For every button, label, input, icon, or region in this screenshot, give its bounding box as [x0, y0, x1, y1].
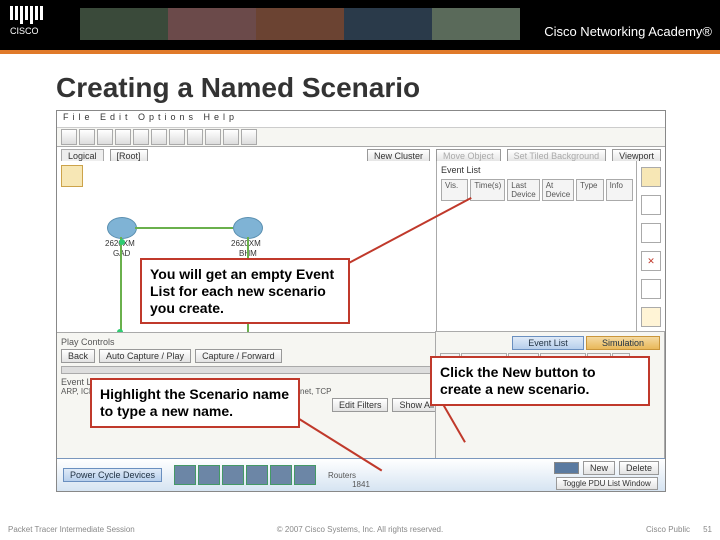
header-people-strip — [80, 8, 520, 40]
print-icon[interactable] — [115, 129, 131, 145]
note-tool-icon[interactable] — [641, 223, 661, 243]
link-gad-sw — [120, 237, 122, 333]
slide-title: Creating a Named Scenario — [56, 72, 420, 104]
page-number: 51 — [703, 525, 712, 534]
footer-right: Cisco Public — [646, 525, 690, 534]
orange-divider — [0, 50, 720, 54]
device-category-wireless[interactable] — [246, 465, 268, 485]
device-category-routers[interactable] — [174, 465, 196, 485]
main-toolbar — [57, 128, 665, 147]
link-dot-2 — [119, 239, 125, 245]
delete-tool-icon[interactable]: ✕ — [641, 251, 661, 271]
cluster-icon[interactable] — [61, 165, 83, 187]
open-file-icon[interactable] — [79, 129, 95, 145]
select-tool-icon[interactable] — [641, 167, 661, 187]
device-category-hubs[interactable] — [222, 465, 244, 485]
col-time: Time(s) — [470, 179, 505, 201]
play-slider[interactable] — [61, 366, 441, 374]
hand-tool-icon[interactable] — [641, 195, 661, 215]
menu-bar[interactable]: File Edit Options Help — [57, 111, 665, 128]
col-info: Info — [606, 179, 633, 201]
new-file-icon[interactable] — [61, 129, 77, 145]
redo-icon[interactable] — [187, 129, 203, 145]
col-type: Type — [576, 179, 603, 201]
logo-text: CISCO — [10, 26, 43, 36]
device-category-end[interactable] — [294, 465, 316, 485]
cisco-logo: CISCO — [10, 6, 43, 36]
add-simple-pdu-icon[interactable] — [641, 307, 661, 327]
copy-icon[interactable] — [133, 129, 149, 145]
back-button[interactable]: Back — [61, 349, 95, 363]
save-file-icon[interactable] — [97, 129, 113, 145]
new-scenario-button[interactable]: New — [583, 461, 615, 475]
capture-forward-button[interactable]: Capture / Forward — [195, 349, 282, 363]
selected-model: 1841 — [352, 480, 370, 489]
auto-capture-play-button[interactable]: Auto Capture / Play — [99, 349, 191, 363]
zoom-in-icon[interactable] — [205, 129, 221, 145]
simulation-button[interactable]: Simulation — [586, 336, 660, 350]
event-list-button[interactable]: Event List — [512, 336, 584, 350]
slide-footer: Packet Tracer Intermediate Session © 200… — [0, 518, 720, 540]
help-icon[interactable] — [241, 129, 257, 145]
device-category-label: Routers — [328, 471, 356, 480]
paste-icon[interactable] — [151, 129, 167, 145]
play-controls-title: Play Controls — [61, 337, 441, 347]
device-bar: Power Cycle Devices Routers New Delete T… — [57, 458, 665, 491]
callout-empty-eventlist: You will get an empty Event List for eac… — [140, 258, 350, 324]
router-bhm[interactable] — [233, 217, 263, 239]
delete-scenario-button[interactable]: Delete — [619, 461, 659, 475]
callout-click-new: Click the New button to create a new sce… — [430, 356, 650, 406]
router-bhm-model: 2620XM — [231, 239, 261, 248]
slide-header: CISCO Cisco Networking Academy® — [0, 0, 720, 50]
device-category-switches[interactable] — [198, 465, 220, 485]
power-cycle-button[interactable]: Power Cycle Devices — [63, 468, 162, 482]
zoom-out-icon[interactable] — [223, 129, 239, 145]
undo-icon[interactable] — [169, 129, 185, 145]
scenario-name-input[interactable] — [554, 462, 579, 474]
inspect-tool-icon[interactable] — [641, 279, 661, 299]
router-gad[interactable] — [107, 217, 137, 239]
col-vis: Vis. — [441, 179, 468, 201]
callout-highlight-name: Highlight the Scenario name to type a ne… — [90, 378, 300, 428]
edit-filters-button[interactable]: Edit Filters — [332, 398, 389, 412]
toggle-pdu-list-button[interactable]: Toggle PDU List Window — [556, 477, 658, 490]
brand-text: Cisco Networking Academy® — [544, 24, 712, 39]
col-atdev: At Device — [542, 179, 574, 201]
col-lastdev: Last Device — [507, 179, 539, 201]
serial-link — [135, 227, 233, 229]
event-list-title: Event List — [441, 165, 633, 175]
footer-center: © 2007 Cisco Systems, Inc. All rights re… — [0, 525, 720, 534]
device-category-connections[interactable] — [270, 465, 292, 485]
